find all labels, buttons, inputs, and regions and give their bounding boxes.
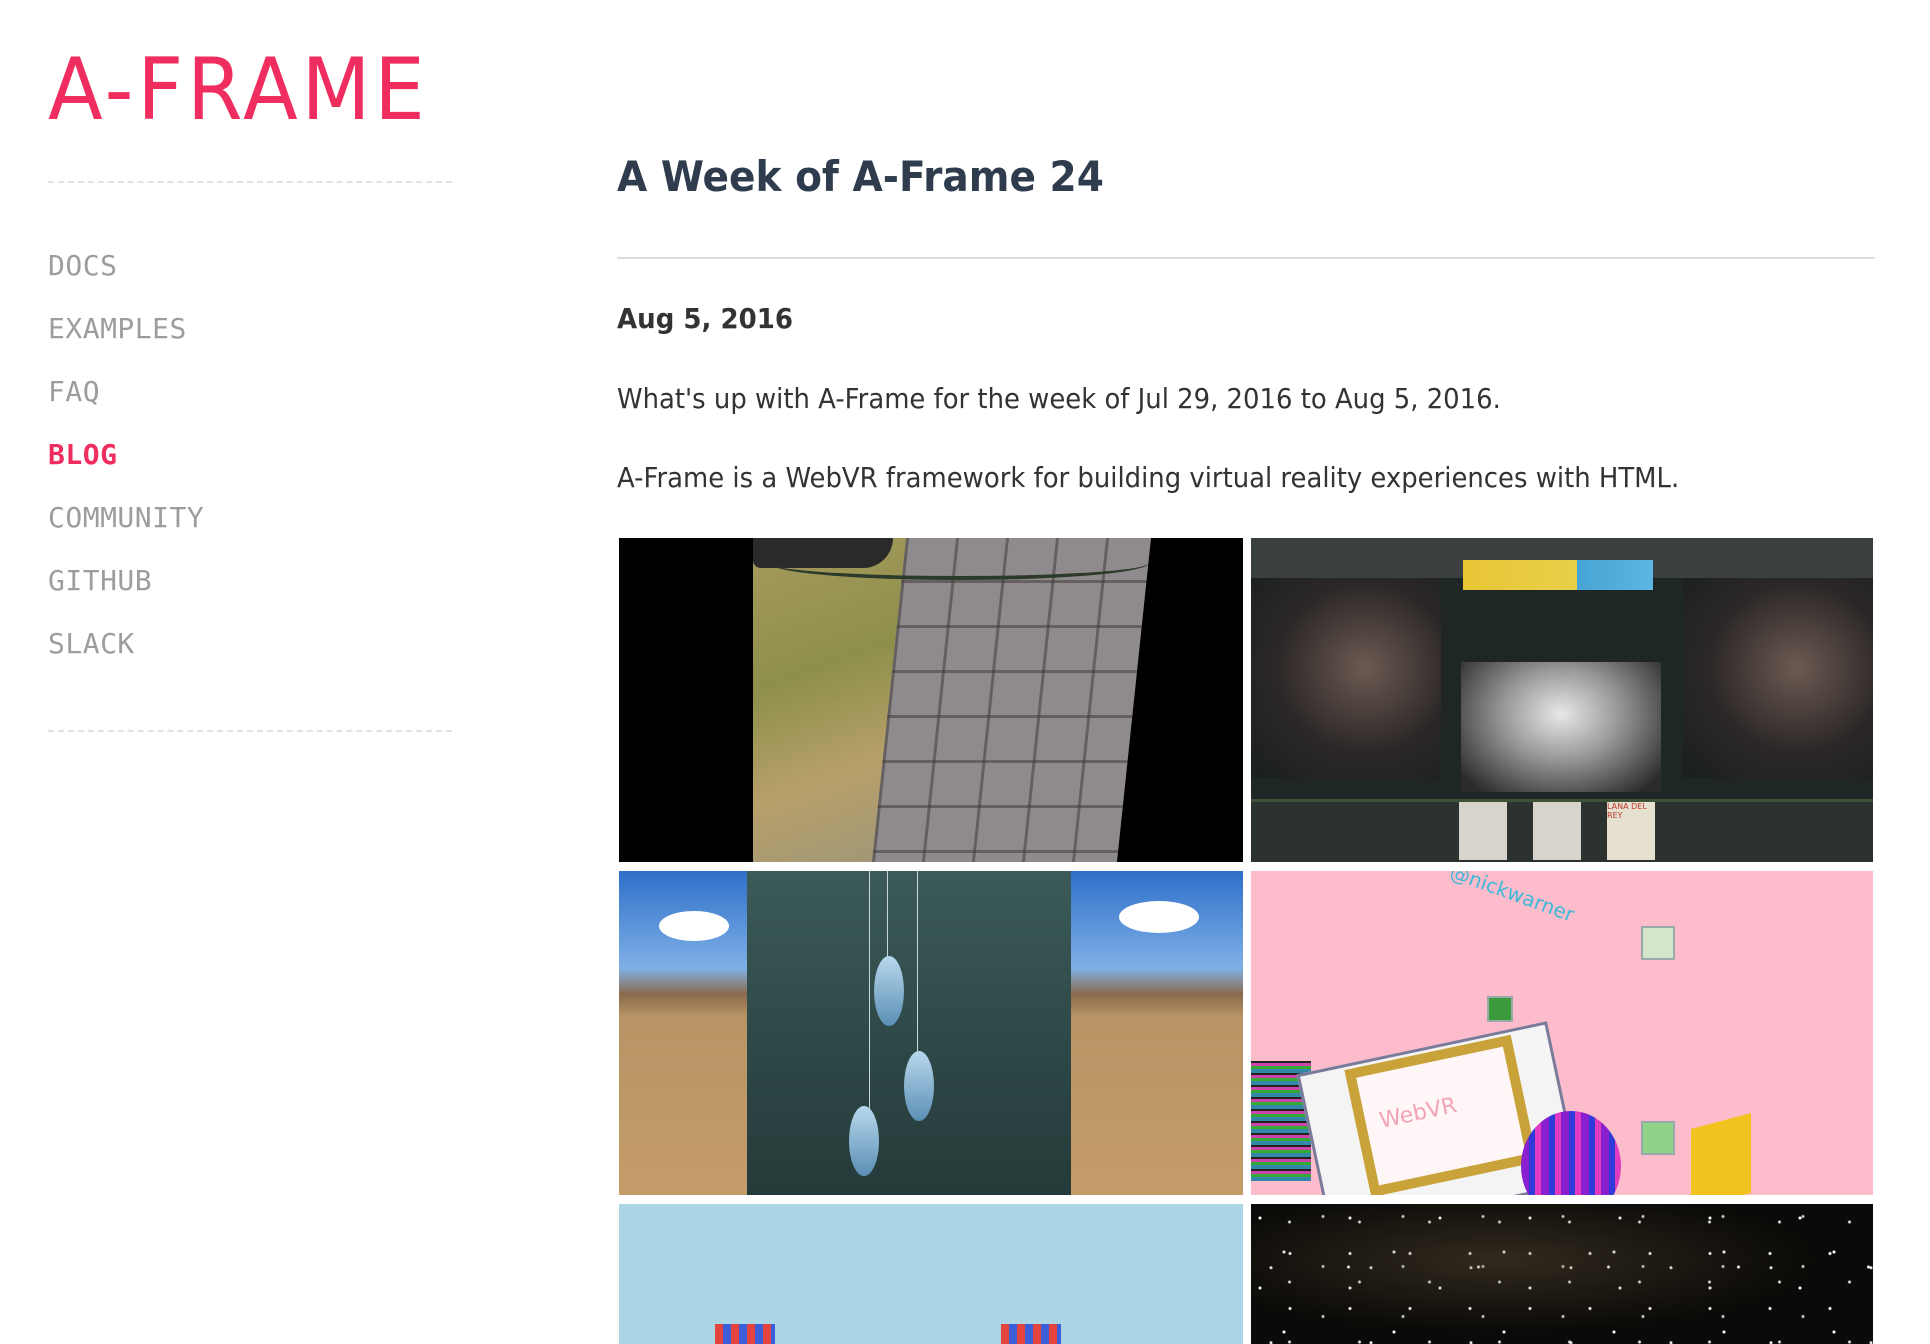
- nav-item-github[interactable]: GITHUB: [48, 564, 152, 597]
- nav-item-docs[interactable]: DOCS: [48, 249, 117, 282]
- gallery-image-desert[interactable]: [619, 871, 1243, 1195]
- sidebar-nav: DOCS EXAMPLES FAQ BLOG COMMUNITY GITHUB …: [48, 238, 204, 679]
- post-date: Aug 5, 2016: [617, 302, 793, 335]
- album-cover: LANA DEL REY: [1607, 802, 1655, 860]
- gallery-image-sky[interactable]: [619, 1204, 1243, 1344]
- gallery-image-room[interactable]: LANA DEL REY: [1251, 538, 1873, 862]
- gallery-image-webvr[interactable]: @nickwarner WebVR: [1251, 871, 1873, 1195]
- post-description: A-Frame is a WebVR framework for buildin…: [617, 461, 1680, 494]
- gallery-image-path[interactable]: [619, 538, 1243, 862]
- nav-item-slack[interactable]: SLACK: [48, 627, 135, 660]
- title-divider: [617, 257, 1875, 259]
- site-logo[interactable]: A-FRAME: [48, 40, 428, 140]
- nav-item-examples[interactable]: EXAMPLES: [48, 312, 187, 345]
- post-title: A Week of A-Frame 24: [617, 152, 1104, 201]
- sidebar-divider: [48, 730, 452, 732]
- nav-item-community[interactable]: COMMUNITY: [48, 501, 204, 534]
- gallery-image-space[interactable]: [1251, 1204, 1873, 1344]
- twitter-handle: @nickwarner: [1446, 871, 1578, 927]
- post-intro: What's up with A-Frame for the week of J…: [617, 382, 1501, 415]
- nav-item-blog[interactable]: BLOG: [48, 438, 117, 471]
- nav-item-faq[interactable]: FAQ: [48, 375, 100, 408]
- sidebar-divider: [48, 181, 452, 183]
